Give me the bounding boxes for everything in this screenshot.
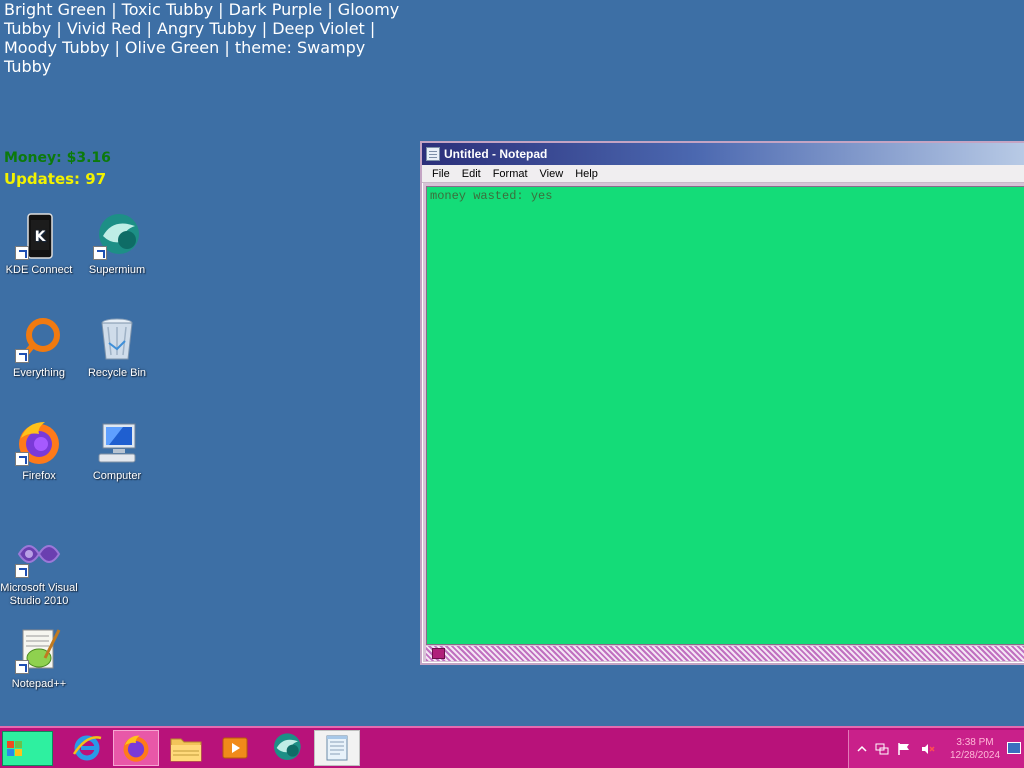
notepad-plus-plus-icon [15,626,63,674]
menu-file[interactable]: File [426,168,456,180]
taskbar: 3:38 PM 12/28/2024 [0,726,1024,768]
taskbar-file-explorer[interactable] [163,730,209,766]
recycle-bin-icon [93,315,141,363]
desktop-icon-recycle-bin[interactable]: Recycle Bin [78,315,156,380]
window-title: Untitled - Notepad [444,147,548,161]
clock[interactable]: 3:38 PM 12/28/2024 [943,736,1007,762]
notepad-text-area[interactable]: money wasted: yes [426,186,1024,645]
start-button[interactable] [2,731,53,766]
volume-muted-icon[interactable] [921,742,935,756]
notepad-content: money wasted: yes [430,189,553,203]
clock-date: 12/28/2024 [949,750,1001,761]
desktop-icon-kde-connect[interactable]: K KDE Connect [0,212,78,277]
svg-text:K: K [35,229,47,245]
notepad-title-bar[interactable]: Untitled - Notepad [422,143,1024,165]
show-desktop-icon[interactable] [1007,742,1021,754]
theme-list-text: Bright Green | Toxic Tubby | Dark Purple… [4,0,400,76]
money-counter: Money: $3.16 [4,150,111,166]
desktop-icon-label: Computer [92,470,142,482]
supermium-icon [274,733,301,760]
desktop-icon-label: Microsoft Visual Studio 2010 [0,582,78,607]
notepad-icon [426,147,440,161]
action-center-flag-icon[interactable] [897,742,911,756]
desktop-icon-visual-studio[interactable]: Microsoft Visual Studio 2010 [0,530,78,608]
firefox-icon [123,735,149,762]
desktop-icon-notepad-plus-plus[interactable]: Notepad++ [0,626,78,691]
show-hidden-icons-icon[interactable] [855,742,869,756]
network-icon[interactable] [875,742,889,756]
desktop-icon-label: Firefox [22,470,56,482]
firefox-icon [15,418,63,466]
desktop-icon-firefox[interactable]: Firefox [0,418,78,483]
computer-icon [93,418,141,466]
scroll-grip[interactable] [432,648,445,659]
taskbar-firefox[interactable] [113,730,159,766]
desktop-icon-label: Notepad++ [11,678,67,690]
desktop-icon-label: Supermium [88,264,146,276]
taskbar-media-player[interactable] [212,730,258,766]
system-tray: 3:38 PM 12/28/2024 [848,730,1024,768]
desktop-icon-everything[interactable]: Everything [0,315,78,380]
desktop-icon-label: KDE Connect [5,264,73,276]
internet-explorer-icon [72,735,102,761]
menu-view[interactable]: View [534,168,570,180]
taskbar-notepad[interactable] [314,730,360,766]
visual-studio-icon [15,530,63,578]
menu-help[interactable]: Help [569,168,604,180]
desktop-icon-supermium[interactable]: Supermium [78,212,156,277]
desktop-icon-computer[interactable]: Computer [78,418,156,483]
taskbar-internet-explorer[interactable] [64,730,110,766]
updates-counter: Updates: 97 [4,170,107,188]
desktop-icon-label: Recycle Bin [87,367,147,379]
media-player-icon [222,737,248,759]
desktop-icon-label: Everything [13,367,65,379]
menu-bar: File Edit Format View Help [422,165,1024,183]
supermium-icon [93,212,141,260]
menu-edit[interactable]: Edit [456,168,487,180]
horizontal-scrollbar[interactable] [426,646,1024,661]
clock-time: 3:38 PM [956,737,994,748]
menu-format[interactable]: Format [487,168,534,180]
kde-connect-icon: K [15,212,63,260]
everything-icon [15,315,63,363]
file-explorer-icon [170,738,202,762]
notepad-window[interactable]: Untitled - Notepad File Edit Format View… [420,141,1024,665]
windows-logo-icon [7,741,23,757]
notepad-icon [326,735,348,761]
taskbar-supermium[interactable] [263,730,309,766]
